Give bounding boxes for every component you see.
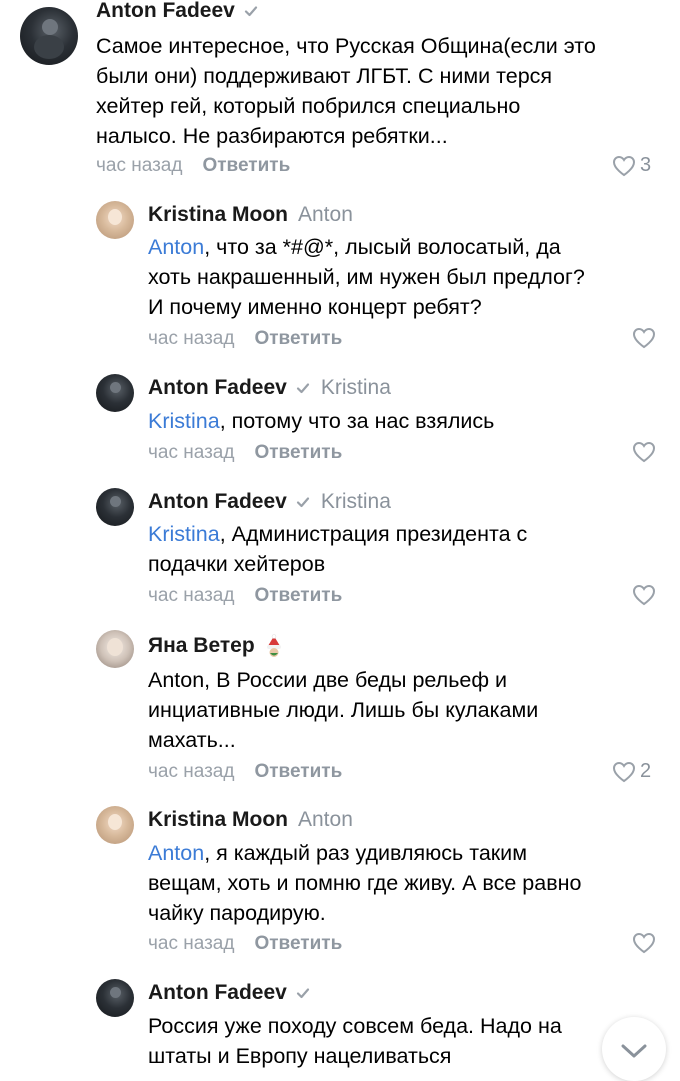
mention-link[interactable]: Kristina: [148, 522, 220, 546]
like-button[interactable]: [632, 932, 656, 954]
verified-check-icon: [244, 6, 257, 17]
comment-author[interactable]: Anton Fadeev: [96, 0, 235, 23]
like-count: 2: [640, 760, 652, 782]
comment-text: Anton, я каждый раз удивляюсь таким веща…: [148, 841, 582, 925]
comment-text: Anton, В России две беды рельеф и инциат…: [148, 668, 539, 752]
reply-button[interactable]: Ответить: [254, 761, 342, 783]
comment-text: Kristina, потому что за нас взялись: [148, 409, 495, 433]
comment-time: час назад: [148, 761, 235, 782]
avatar[interactable]: [96, 201, 134, 239]
comment-time: час назад: [148, 585, 235, 606]
comment-text: Kristina, Администрация президента с под…: [148, 522, 528, 576]
avatar[interactable]: [96, 806, 134, 844]
heart-icon: [612, 155, 636, 176]
reply-to-name[interactable]: Anton: [298, 808, 353, 832]
like-button[interactable]: 3: [612, 154, 651, 177]
avatar[interactable]: [96, 979, 134, 1017]
mention-link[interactable]: Anton: [148, 235, 204, 259]
avatar[interactable]: [96, 488, 134, 526]
reply-button[interactable]: Ответить: [254, 328, 342, 350]
heart-icon: [612, 761, 636, 782]
like-button[interactable]: [632, 327, 656, 349]
santa-hat-emoji: [265, 634, 283, 658]
chevron-down-icon: [621, 1044, 647, 1058]
like-button[interactable]: [632, 441, 656, 463]
heart-icon: [632, 441, 656, 463]
comment-time: час назад: [96, 155, 183, 176]
avatar[interactable]: [20, 7, 78, 65]
comment-author[interactable]: Kristina Moon: [148, 808, 288, 832]
reply-to-name[interactable]: Kristina: [321, 490, 391, 514]
verified-check-icon: [296, 497, 309, 508]
comment-author[interactable]: Kristina Moon: [148, 203, 288, 227]
comment-text: Россия уже походу совсем беда. Надо на ш…: [148, 1014, 562, 1068]
mention-link[interactable]: Kristina: [148, 409, 220, 433]
reply-button[interactable]: Ответить: [202, 155, 290, 177]
verified-check-icon: [296, 988, 309, 999]
like-button[interactable]: [632, 584, 656, 606]
verified-check-icon: [296, 383, 309, 394]
heart-icon: [632, 932, 656, 954]
comment-author[interactable]: Anton Fadeev: [148, 376, 287, 400]
reply-button[interactable]: Ответить: [254, 442, 342, 464]
heart-icon: [632, 327, 656, 349]
comment-time: час назад: [148, 328, 235, 349]
comment-time: час назад: [148, 442, 235, 463]
reply-to-name[interactable]: Anton: [298, 203, 353, 227]
like-button[interactable]: 2: [612, 760, 651, 783]
avatar[interactable]: [96, 630, 134, 668]
comment-time: час назад: [148, 933, 235, 954]
like-count: 3: [640, 154, 652, 176]
reply-button[interactable]: Ответить: [254, 585, 342, 607]
avatar[interactable]: [96, 374, 134, 412]
comment-author[interactable]: Яна Ветер: [148, 634, 255, 658]
scroll-down-button[interactable]: [602, 1017, 666, 1081]
comment-text: Anton, что за *#@*, лысый волосатый, да …: [148, 235, 585, 319]
heart-icon: [632, 584, 656, 606]
comment-text: Самое интересное, что Русская Община(есл…: [96, 34, 596, 148]
mention-link[interactable]: Anton: [148, 841, 204, 865]
reply-button[interactable]: Ответить: [254, 933, 342, 955]
reply-to-name[interactable]: Kristina: [321, 376, 391, 400]
comment-author[interactable]: Anton Fadeev: [148, 490, 287, 514]
comment-author[interactable]: Anton Fadeev: [148, 981, 287, 1005]
